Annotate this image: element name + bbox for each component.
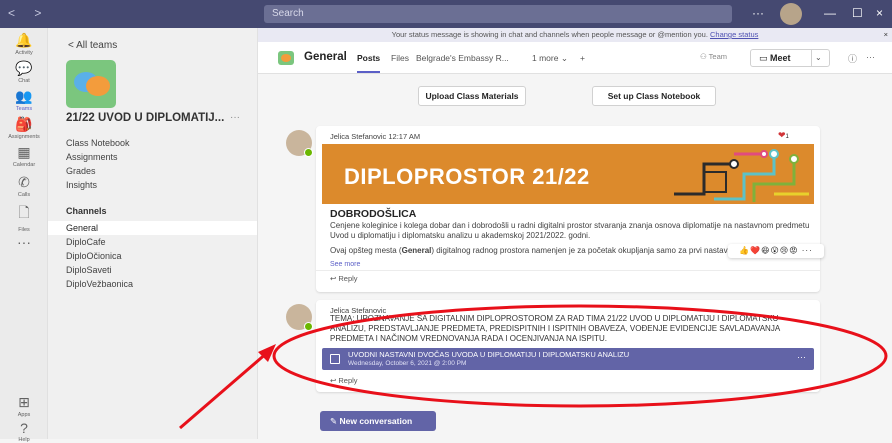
minimize-icon[interactable]: — xyxy=(824,6,836,20)
title-bar: < > Search ··· — ☐ × xyxy=(0,0,892,28)
tab-belgrade-embassy[interactable]: Belgrade's Embassy R... xyxy=(416,53,509,63)
rail-more[interactable]: ··· xyxy=(0,234,48,251)
app-rail: 🔔 Activity 💬 Chat 👥 Teams 🎒 Assignments ▦ Cal… xyxy=(0,28,48,443)
rail-help[interactable]: ? Help xyxy=(0,420,48,443)
maximize-icon[interactable]: ☐ xyxy=(852,6,863,20)
channel-diploocionica[interactable]: DiploOčionica xyxy=(48,249,257,263)
more-options-icon[interactable]: ··· xyxy=(752,6,764,20)
info-icon[interactable]: ⓘ xyxy=(848,52,857,65)
more-icon[interactable]: ··· xyxy=(866,52,875,62)
phone-icon: ✆ xyxy=(18,174,30,190)
channel-title: General xyxy=(304,51,347,63)
reply-button[interactable]: ↩ Reply xyxy=(330,274,358,283)
link-assignments[interactable]: Assignments xyxy=(66,152,118,162)
tab-posts[interactable]: Posts xyxy=(357,53,381,73)
channel-diplosaveti[interactable]: DiploSaveti xyxy=(48,263,257,277)
add-tab-button[interactable]: + xyxy=(580,53,585,63)
post-author: Jelica Stefanovic 12:17 AM xyxy=(330,132,421,141)
post-welcome: Jelica Stefanovic 12:17 AM ❤1 DIPLOPROST… xyxy=(316,126,824,292)
video-camera-icon: ▭ xyxy=(759,53,768,63)
reaction-summary[interactable]: ❤1 xyxy=(778,130,789,142)
rail-apps[interactable]: ⊞ Apps xyxy=(0,394,48,418)
rail-activity[interactable]: 🔔 Activity xyxy=(0,32,48,56)
team-panel: < All teams 21/22 UVOD U DIPLOMATIJ... ·… xyxy=(48,28,258,439)
change-status-link[interactable]: Change status xyxy=(710,30,758,39)
user-avatar[interactable] xyxy=(780,3,802,25)
post-heading: DOBRODOŠLICA xyxy=(330,208,417,220)
setup-class-notebook-button[interactable]: Set up Class Notebook xyxy=(592,86,716,106)
circuit-graphic xyxy=(674,149,809,202)
author-avatar[interactable] xyxy=(286,130,313,157)
calendar-icon xyxy=(330,354,340,364)
bell-icon: 🔔 xyxy=(15,32,33,48)
post-topic: Jelica Stefanovic Tema: Upoznavanje sa d… xyxy=(316,300,820,392)
channels-heading: Channels xyxy=(66,206,107,216)
close-icon[interactable]: × xyxy=(876,6,883,20)
upload-class-materials-button[interactable]: Upload Class Materials xyxy=(418,86,526,106)
main-area: Your status message is showing in chat a… xyxy=(258,28,892,439)
meet-button[interactable]: ▭ Meet ⌄ xyxy=(750,49,830,67)
chevron-down-icon[interactable]: ⌄ xyxy=(815,50,822,66)
tab-more[interactable]: 1 more ⌄ xyxy=(532,53,568,64)
team-button[interactable]: ⚇ Team xyxy=(700,52,727,61)
link-insights[interactable]: Insights xyxy=(66,180,97,190)
new-conversation-button[interactable]: ✎ New conversation xyxy=(320,411,436,431)
channel-diplovezbaonica[interactable]: DiploVežbaonica xyxy=(48,277,257,291)
status-message-banner: Your status message is showing in chat a… xyxy=(258,28,892,42)
tab-files[interactable]: Files xyxy=(391,53,409,63)
author-avatar[interactable] xyxy=(286,304,313,331)
post-banner: DIPLOPROSTOR 21/22 xyxy=(322,144,814,204)
search-input[interactable]: Search xyxy=(264,5,732,23)
team-more-icon[interactable]: ··· xyxy=(230,112,240,123)
rail-assignments[interactable]: 🎒 Assignments xyxy=(0,116,48,140)
apps-icon: ⊞ xyxy=(18,394,30,410)
channel-header: General Posts Files Belgrade's Embassy R… xyxy=(258,42,892,74)
event-more-icon[interactable]: ··· xyxy=(797,352,806,362)
channel-diplocafe[interactable]: DiploCafe xyxy=(48,235,257,249)
help-icon: ? xyxy=(20,420,28,436)
post-topic-text: Tema: Upoznavanje sa digitalnim diplopro… xyxy=(330,314,780,343)
chat-icon: 💬 xyxy=(15,60,33,76)
back-forward-nav[interactable]: < > xyxy=(8,6,49,20)
rail-teams[interactable]: 👥 Teams xyxy=(0,88,48,112)
post-paragraph-1: Cenjene koleginice i kolega dobar dan i … xyxy=(330,221,810,240)
see-more-link[interactable]: See more xyxy=(330,261,360,268)
all-teams-link[interactable]: < All teams xyxy=(68,40,117,51)
rail-chat[interactable]: 💬 Chat xyxy=(0,60,48,84)
event-title: Uvodni nastavni dvočas uvoda u diplomati… xyxy=(348,350,630,359)
link-class-notebook[interactable]: Class Notebook xyxy=(66,138,130,148)
team-logo xyxy=(66,60,116,108)
event-date: Wednesday, October 6, 2021 @ 2:00 PM xyxy=(348,360,467,367)
channel-logo xyxy=(278,51,294,65)
link-grades[interactable]: Grades xyxy=(66,166,96,176)
calendar-icon: ▦ xyxy=(17,144,31,160)
teams-icon: 👥 xyxy=(15,88,33,104)
team-name[interactable]: 21/22 UVOD U DIPLOMATIJ... xyxy=(66,112,224,124)
more-icon: ··· xyxy=(17,234,31,250)
assignments-icon: 🎒 xyxy=(15,116,33,132)
banner-title: DIPLOPROSTOR 21/22 xyxy=(344,164,590,189)
reply-button[interactable]: ↩ Reply xyxy=(330,376,358,385)
close-banner-icon[interactable]: × xyxy=(884,28,888,42)
rail-files[interactable]: 🗋 Files xyxy=(0,202,48,233)
channel-general[interactable]: General xyxy=(48,221,257,235)
reaction-bar[interactable]: 👍❤️😆😮😢😡 ··· xyxy=(728,244,824,258)
rail-calls[interactable]: ✆ Calls xyxy=(0,174,48,198)
file-icon: 🗋 xyxy=(18,204,30,220)
meeting-event-card[interactable]: Uvodni nastavni dvočas uvoda u diplomati… xyxy=(322,348,814,370)
rail-calendar[interactable]: ▦ Calendar xyxy=(0,144,48,168)
